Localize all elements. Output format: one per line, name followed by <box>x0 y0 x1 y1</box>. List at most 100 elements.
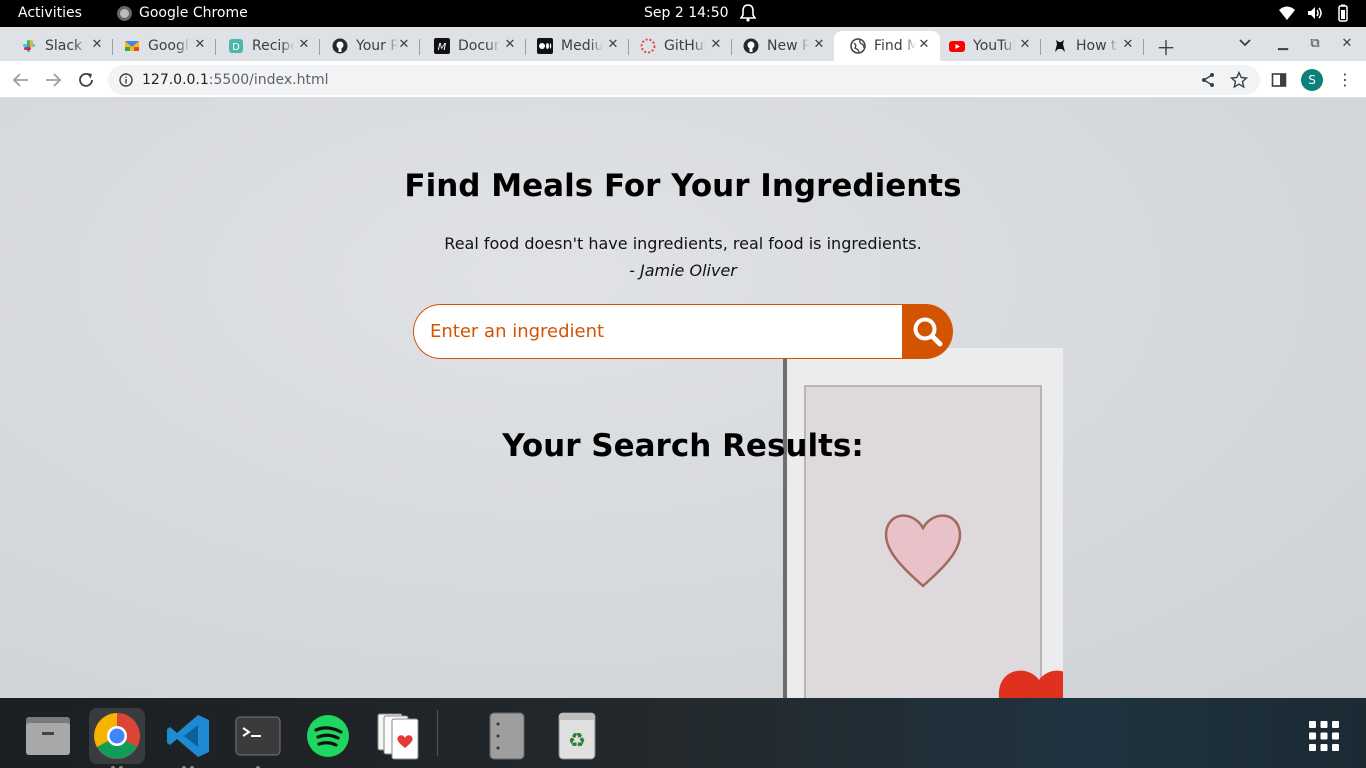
tab-title: Google <box>148 38 190 54</box>
close-tab-icon[interactable]: ✕ <box>708 37 724 53</box>
browser-toolbar: 127.0.0.1:5500/index.html S ⋮ <box>0 61 1366 98</box>
url-text: 127.0.0.1:5500/index.html <box>142 72 329 88</box>
search-icon <box>913 317 942 346</box>
tab-title: Recipe <box>252 38 294 54</box>
app-menu[interactable]: Google Chrome <box>117 5 248 21</box>
svg-text:M: M <box>438 42 447 53</box>
tab-title: Find Meals <box>874 38 916 54</box>
ingredient-search-input[interactable] <box>413 304 913 359</box>
page-title: Find Meals For Your Ingredients <box>404 168 962 204</box>
trash-icon: ♻ <box>558 712 596 760</box>
activities-button[interactable]: Activities <box>18 5 82 21</box>
dock-vscode[interactable] <box>160 708 216 768</box>
dock-disk[interactable] <box>479 708 535 764</box>
system-top-bar: Activities Google Chrome Sep 2 14:50 <box>0 0 1366 27</box>
url-path: :5500/index.html <box>208 72 329 88</box>
side-panel-icon[interactable] <box>1271 72 1287 88</box>
close-tab-icon[interactable]: ✕ <box>605 37 621 53</box>
close-tab-icon[interactable]: ✕ <box>1120 37 1136 53</box>
chrome-menu-icon[interactable]: ⋮ <box>1337 71 1353 89</box>
page-viewport: Find Meals For Your Ingredients Real foo… <box>0 98 1366 698</box>
tab-how-to[interactable]: How to ✕ <box>1036 31 1144 61</box>
battery-icon <box>1338 4 1348 22</box>
tab-title: Medium <box>561 38 603 54</box>
tab-document[interactable]: M Document ✕ <box>418 31 526 61</box>
search-button[interactable] <box>902 304 953 359</box>
svg-text:♻: ♻ <box>568 728 586 752</box>
tab-medium[interactable]: Medium ✕ <box>521 31 629 61</box>
bookmark-star-icon[interactable] <box>1230 71 1248 89</box>
terminal-icon <box>235 716 281 756</box>
tab-find-meals[interactable]: Find Meals ✕ <box>834 31 940 61</box>
restore-icon[interactable]: ⧉ <box>1307 36 1323 52</box>
minimize-icon[interactable]: ▁ <box>1275 36 1291 52</box>
tab-title: New Repository <box>767 38 809 54</box>
google-workspace-icon <box>125 41 139 51</box>
close-tab-icon[interactable]: ✕ <box>192 37 208 53</box>
tab-new-repository[interactable]: New Repository ✕ <box>727 31 835 61</box>
cat-icon <box>1055 40 1065 52</box>
svg-text:D: D <box>232 42 240 53</box>
tab-youtube[interactable]: YouTube ✕ <box>933 31 1041 61</box>
url-host: 127.0.0.1 <box>142 72 209 88</box>
disk-icon <box>489 712 525 760</box>
quote-author: - Jamie Oliver <box>629 261 737 280</box>
youtube-icon <box>949 41 965 52</box>
close-tab-icon[interactable]: ✕ <box>296 37 312 53</box>
tab-title: Your Repositories <box>356 38 398 54</box>
tab-recipe[interactable]: D Recipe ✕ <box>212 31 320 61</box>
loading-icon <box>640 38 656 54</box>
tab-title: YouTube <box>973 38 1015 54</box>
profile-avatar[interactable]: S <box>1301 69 1323 91</box>
site-info-icon[interactable] <box>119 73 133 87</box>
dock-spotify[interactable] <box>300 708 356 764</box>
new-tab-icon[interactable]: ＋ <box>1156 32 1176 61</box>
close-tab-icon[interactable]: ✕ <box>1017 37 1033 53</box>
dock-trash[interactable]: ♻ <box>549 708 605 764</box>
close-tab-icon[interactable]: ✕ <box>396 37 412 53</box>
share-icon[interactable] <box>1200 72 1216 88</box>
clock[interactable]: Sep 2 14:50 <box>644 5 729 21</box>
forward-icon[interactable] <box>44 71 62 89</box>
close-tab-icon[interactable]: ✕ <box>502 37 518 53</box>
window-close-icon[interactable]: ✕ <box>1339 36 1355 52</box>
globe-icon <box>850 38 866 54</box>
app-name: Google Chrome <box>139 5 248 21</box>
dock-chrome[interactable] <box>89 708 145 768</box>
close-tab-icon[interactable]: ✕ <box>811 37 827 53</box>
files-icon <box>26 717 70 755</box>
tab-slack[interactable]: Slack ✕ <box>5 31 113 61</box>
close-tab-icon[interactable]: ✕ <box>916 37 932 53</box>
dock-files[interactable] <box>20 708 76 764</box>
reload-icon[interactable] <box>77 71 95 89</box>
github-icon <box>332 38 348 54</box>
tab-title: Slack <box>45 38 83 54</box>
dock-solitaire[interactable] <box>370 708 426 764</box>
tab-your-repositories[interactable]: Your Repositories ✕ <box>316 31 420 61</box>
quote-text: Real food doesn't have ingredients, real… <box>444 234 922 253</box>
volume-icon <box>1308 7 1322 19</box>
tab-title: How to <box>1076 38 1118 54</box>
d-app-icon: D <box>229 39 243 53</box>
tab-google[interactable]: Google ✕ <box>108 31 216 61</box>
medium-icon <box>537 38 553 54</box>
tab-search-chevron-icon[interactable] <box>1237 35 1253 51</box>
notification-bell-icon[interactable] <box>740 4 756 22</box>
dock-app-grid[interactable] <box>1296 708 1352 764</box>
dock-terminal[interactable] <box>230 708 286 768</box>
search-results-title: Your Search Results: <box>502 428 864 464</box>
tab-github[interactable]: GitHub ✕ <box>624 31 732 61</box>
chrome-small-icon <box>117 5 132 21</box>
system-status-menu[interactable] <box>1278 4 1352 22</box>
close-tab-icon[interactable]: ✕ <box>89 37 105 53</box>
github-icon <box>743 38 759 54</box>
tab-title: GitHub <box>664 38 706 54</box>
vscode-icon <box>167 715 209 757</box>
back-icon[interactable] <box>12 71 30 89</box>
dock-separator <box>437 710 438 756</box>
wifi-icon <box>1279 6 1295 20</box>
slack-icon <box>23 40 35 52</box>
spotify-icon <box>307 715 349 757</box>
address-bar[interactable]: 127.0.0.1:5500/index.html <box>108 65 1260 95</box>
background-heart-frame-image <box>783 348 1063 698</box>
